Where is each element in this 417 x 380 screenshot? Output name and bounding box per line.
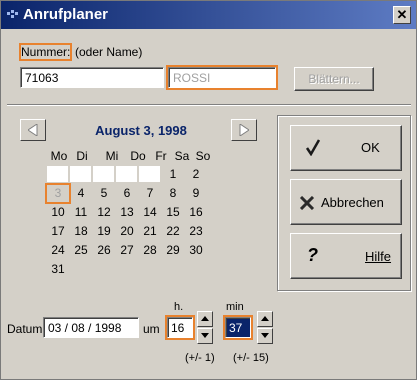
help-label: Hilfe: [365, 249, 392, 264]
empty-day-cell: [93, 166, 115, 183]
arrow-up-icon: [201, 316, 209, 321]
calendar-day[interactable]: 27: [116, 242, 138, 259]
um-label: um: [143, 322, 160, 336]
hour-down-button[interactable]: [197, 328, 213, 344]
weekday-header: Sa: [174, 149, 190, 163]
number-input[interactable]: 71063: [20, 67, 164, 88]
date-field[interactable]: 03 / 08 / 1998: [43, 317, 139, 338]
arrow-down-icon: [201, 333, 209, 338]
ok-button[interactable]: OK: [290, 125, 402, 171]
weekday-header: So: [195, 149, 211, 163]
cancel-button[interactable]: Abbrechen: [290, 179, 402, 225]
x-cancel-icon: [299, 196, 315, 210]
calendar-day[interactable]: 5: [93, 185, 115, 202]
calendar-day[interactable]: 26: [93, 242, 115, 259]
minute-step-hint: (+/- 15): [233, 352, 269, 364]
hour-field[interactable]: 16: [165, 315, 195, 340]
next-month-button[interactable]: [231, 119, 257, 141]
arrow-right-icon: [239, 124, 249, 136]
hour-step-hint: (+/- 1): [185, 352, 215, 364]
arrow-up-icon: [261, 316, 269, 321]
hour-up-button[interactable]: [197, 311, 213, 327]
previous-month-button[interactable]: [20, 119, 46, 141]
weekday-header: Do: [130, 149, 146, 163]
cancel-label: Abbrechen: [321, 195, 384, 210]
month-title: August 3, 1998: [95, 123, 187, 138]
calendar-day[interactable]: 1: [162, 166, 184, 183]
minute-up-button[interactable]: [257, 311, 273, 327]
calendar-day[interactable]: 24: [47, 242, 69, 259]
calendar-day[interactable]: 14: [139, 204, 161, 221]
empty-day-cell: [70, 166, 92, 183]
calendar-day[interactable]: 6: [116, 185, 138, 202]
calendar-day[interactable]: 9: [185, 185, 207, 202]
calendar-day[interactable]: 17: [47, 223, 69, 240]
calendar-day[interactable]: 12: [93, 204, 115, 221]
close-button[interactable]: ✕: [393, 6, 411, 24]
calendar-day[interactable]: 15: [162, 204, 184, 221]
calendar-day[interactable]: 7: [139, 185, 161, 202]
minute-field[interactable]: 37: [223, 315, 253, 340]
name-input[interactable]: ROSSI: [166, 65, 278, 90]
calendar-day[interactable]: 20: [116, 223, 138, 240]
question-mark-icon: ?: [307, 245, 318, 265]
calendar-day[interactable]: 16: [185, 204, 207, 221]
calendar-day[interactable]: 21: [139, 223, 161, 240]
arrow-left-icon: [28, 124, 38, 136]
title-bar: Anrufplaner ✕: [1, 1, 416, 29]
weekday-header: Mo: [50, 149, 68, 163]
checkmark-icon: [305, 139, 321, 156]
calendar-day-selected[interactable]: 3: [45, 183, 71, 204]
browse-button[interactable]: Blättern...: [294, 67, 374, 91]
empty-day-cell: [116, 166, 138, 183]
calendar-day[interactable]: 19: [93, 223, 115, 240]
minute-label: min: [226, 301, 244, 313]
calendar-day[interactable]: 31: [47, 261, 69, 278]
calendar-day[interactable]: 30: [185, 242, 207, 259]
hour-label: h.: [174, 301, 184, 313]
nummer-label: Nummer:: [18, 43, 73, 61]
calendar-day[interactable]: 2: [185, 166, 207, 183]
calendar-day[interactable]: 25: [70, 242, 92, 259]
help-button[interactable]: ? Hilfe: [290, 233, 402, 279]
anrufplaner-window: Anrufplaner ✕ Nummer: (oder Name) 71063 …: [0, 0, 417, 380]
minute-down-button[interactable]: [257, 328, 273, 344]
calendar-day[interactable]: 8: [162, 185, 184, 202]
app-icon: [7, 10, 18, 18]
calendar-day[interactable]: 29: [162, 242, 184, 259]
calendar-day[interactable]: 23: [185, 223, 207, 240]
separator-highlight: [7, 105, 411, 106]
weekday-header: Mi: [105, 149, 119, 163]
calendar-day[interactable]: 28: [139, 242, 161, 259]
ok-label: OK: [361, 140, 380, 155]
window-title: Anrufplaner: [23, 6, 109, 23]
nummer-hint-label: (oder Name): [75, 45, 143, 59]
calendar-day[interactable]: 4: [70, 185, 92, 202]
empty-day-cell: [47, 166, 69, 183]
datum-label: Datum: [7, 322, 43, 336]
arrow-down-icon: [261, 333, 269, 338]
calendar-day[interactable]: 22: [162, 223, 184, 240]
calendar-day[interactable]: 10: [47, 204, 69, 221]
calendar-day[interactable]: 11: [70, 204, 92, 221]
calendar-day[interactable]: 18: [70, 223, 92, 240]
empty-day-cell: [139, 166, 161, 183]
weekday-header: Fr: [155, 149, 167, 163]
calendar-day[interactable]: 13: [116, 204, 138, 221]
weekday-header: Di: [76, 149, 88, 163]
